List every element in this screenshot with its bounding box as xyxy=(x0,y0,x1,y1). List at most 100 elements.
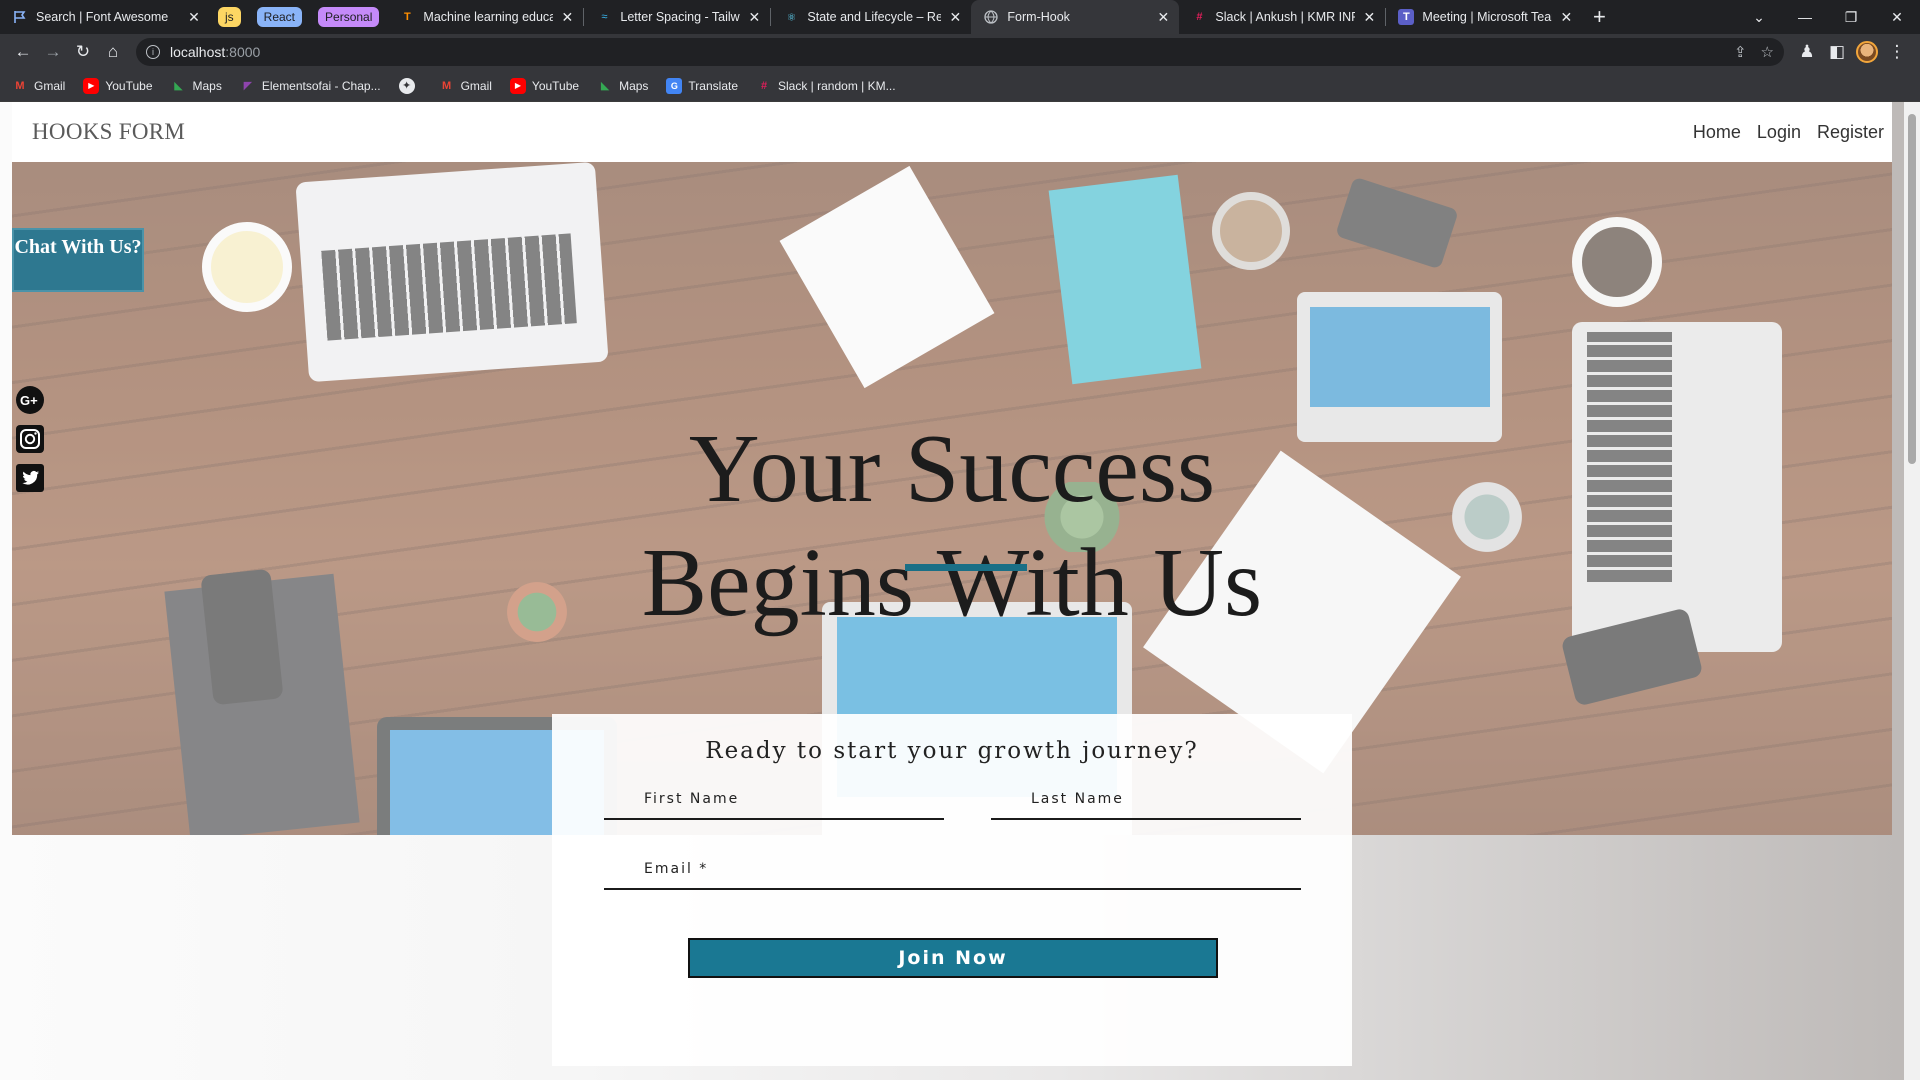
avatar xyxy=(1856,41,1878,63)
svg-text:G+: G+ xyxy=(20,393,38,408)
close-icon[interactable]: ✕ xyxy=(1155,9,1171,25)
elementsofai-icon: ◤ xyxy=(243,80,253,92)
tab-strip: Search | Font Awesome ✕ js React Persona… xyxy=(0,0,1920,34)
last-name-input[interactable] xyxy=(991,780,1301,818)
globe-icon: ✦ xyxy=(398,77,415,94)
page-viewport: HOOKS FORM Home Login Register Your Succ… xyxy=(0,102,1920,1080)
window-close-icon[interactable]: ✕ xyxy=(1874,0,1920,34)
page-scrollbar[interactable] xyxy=(1904,102,1920,1080)
close-icon[interactable]: ✕ xyxy=(1361,9,1377,25)
join-now-button[interactable]: Join Now xyxy=(688,938,1218,978)
tab-tailwind[interactable]: ≈ Letter Spacing - Tailwind C ✕ xyxy=(584,0,770,34)
tab-font-awesome[interactable]: Search | Font Awesome ✕ xyxy=(0,0,210,34)
window-controls: ⌄ — ❐ ✕ xyxy=(1736,0,1920,34)
signup-form: Ready to start your growth journey? Join… xyxy=(552,714,1352,1066)
back-icon[interactable]: ← xyxy=(8,37,38,67)
new-tab-icon[interactable]: + xyxy=(1582,0,1616,34)
close-icon[interactable]: ✕ xyxy=(186,9,202,25)
tab-group-react[interactable]: React xyxy=(249,0,310,34)
bookmarks-bar: M Gmail ▶ YouTube ◣ Maps ◤ Elementsofai - Ch… xyxy=(0,70,1920,102)
bookmark-globe[interactable]: ✦ xyxy=(398,77,421,94)
teams-icon: T xyxy=(1398,9,1415,25)
maps-icon: ◣ xyxy=(174,80,183,92)
tab-search-icon[interactable]: ⌄ xyxy=(1736,0,1782,34)
scrollbar-thumb[interactable] xyxy=(1908,114,1916,464)
globe-icon xyxy=(983,9,999,25)
address-bar[interactable]: i localhost:8000 ⇪ ☆ xyxy=(136,38,1784,66)
flag-icon xyxy=(12,9,28,25)
hero-title: Your Success Begins With Us xyxy=(12,412,1892,640)
restore-icon[interactable]: ❐ xyxy=(1828,0,1874,34)
instagram-icon[interactable] xyxy=(15,424,45,454)
side-panel-icon[interactable]: ◧ xyxy=(1822,37,1852,67)
tab-group-label: React xyxy=(256,7,303,27)
gmail-icon: M xyxy=(15,79,25,92)
tab-slack[interactable]: # Slack | Ankush | KMR INFO ✕ xyxy=(1179,0,1385,34)
site-navbar: HOOKS FORM Home Login Register xyxy=(12,102,1892,162)
profile-avatar[interactable] xyxy=(1852,37,1882,67)
chat-with-us-button[interactable]: Chat With Us? xyxy=(12,228,144,292)
tab-title: Letter Spacing - Tailwind C xyxy=(620,10,740,24)
tab-react-state[interactable]: ⚛ State and Lifecycle – React ✕ xyxy=(771,0,971,34)
tailwind-icon: ≈ xyxy=(601,11,608,23)
bookmark-youtube[interactable]: ▶ YouTube xyxy=(83,77,153,94)
slack-icon: # xyxy=(760,79,768,92)
bookmark-maps-2[interactable]: ◣ Maps xyxy=(597,78,649,94)
bookmark-label: Translate xyxy=(688,78,738,93)
tab-title: Machine learning educatio xyxy=(423,10,554,24)
tab-title: State and Lifecycle – React xyxy=(807,10,942,24)
maps-icon: ◣ xyxy=(600,80,610,92)
bookmark-label: Elementsofai - Chap... xyxy=(261,78,381,93)
google-plus-icon[interactable]: G+ xyxy=(15,385,45,415)
bookmark-maps[interactable]: ◣ Maps xyxy=(171,78,222,94)
nav-links: Home Login Register xyxy=(1693,122,1884,143)
close-icon[interactable]: ✕ xyxy=(1558,9,1574,25)
reload-icon[interactable]: ↻ xyxy=(68,37,98,67)
first-name-input[interactable] xyxy=(604,780,944,818)
bookmark-gmail[interactable]: M Gmail xyxy=(12,78,65,94)
slack-icon: # xyxy=(1196,11,1203,23)
nav-login-link[interactable]: Login xyxy=(1757,122,1801,143)
tab-title: Slack | Ankush | KMR INFO xyxy=(1215,10,1356,24)
bookmark-label: Maps xyxy=(619,78,649,93)
brand-logo[interactable]: HOOKS FORM xyxy=(32,119,185,145)
email-field xyxy=(604,850,1301,890)
tab-machine-learning[interactable]: T Machine learning educatio ✕ xyxy=(387,0,583,34)
tab-teams[interactable]: T Meeting | Microsoft Teams ✕ xyxy=(1386,0,1582,34)
tab-group-label: js xyxy=(218,7,241,27)
tab-title: Form-Hook xyxy=(1007,10,1070,24)
react-icon: ⚛ xyxy=(786,11,797,24)
nav-home-link[interactable]: Home xyxy=(1693,122,1741,143)
tab-form-hook[interactable]: Form-Hook ✕ xyxy=(971,0,1180,34)
bookmark-youtube-2[interactable]: ▶ YouTube xyxy=(509,77,579,94)
close-icon[interactable]: ✕ xyxy=(559,9,575,25)
close-icon[interactable]: ✕ xyxy=(746,9,762,25)
bookmark-gmail-2[interactable]: M Gmail xyxy=(439,78,492,94)
hero-title-line-1: Your Success xyxy=(688,415,1216,523)
site-info-icon[interactable]: i xyxy=(146,45,160,59)
bookmark-translate[interactable]: G Translate xyxy=(666,77,738,94)
title-underline xyxy=(905,564,1027,571)
share-icon[interactable]: ⇪ xyxy=(1734,43,1747,61)
forward-icon[interactable]: → xyxy=(38,37,68,67)
bookmark-slack[interactable]: # Slack | random | KM... xyxy=(756,78,896,94)
menu-icon[interactable]: ⋮ xyxy=(1882,37,1912,67)
tab-group-personal[interactable]: Personal xyxy=(310,0,387,34)
bookmark-elementsofai[interactable]: ◤ Elementsofai - Chap... xyxy=(240,78,381,94)
nav-register-link[interactable]: Register xyxy=(1817,122,1884,143)
home-icon[interactable]: ⌂ xyxy=(98,37,128,67)
bookmark-label: Maps xyxy=(192,78,222,93)
tab-title: Search | Font Awesome xyxy=(36,10,169,24)
email-input[interactable] xyxy=(604,850,1301,888)
extensions-icon[interactable]: ♟ xyxy=(1792,37,1822,67)
browser-toolbar: ← → ↻ ⌂ i localhost:8000 ⇪ ☆ ♟ ◧ ⋮ xyxy=(0,34,1920,70)
minimize-icon[interactable]: — xyxy=(1782,0,1828,34)
bookmark-star-icon[interactable]: ☆ xyxy=(1761,43,1774,61)
bookmark-label: YouTube xyxy=(105,78,153,93)
tab-group-js[interactable]: js xyxy=(210,0,249,34)
close-icon[interactable]: ✕ xyxy=(947,9,963,25)
twitter-icon[interactable] xyxy=(15,463,45,493)
form-heading: Ready to start your growth journey? xyxy=(705,738,1199,764)
tab-title: Meeting | Microsoft Teams xyxy=(1422,10,1552,24)
first-name-field xyxy=(604,780,944,820)
